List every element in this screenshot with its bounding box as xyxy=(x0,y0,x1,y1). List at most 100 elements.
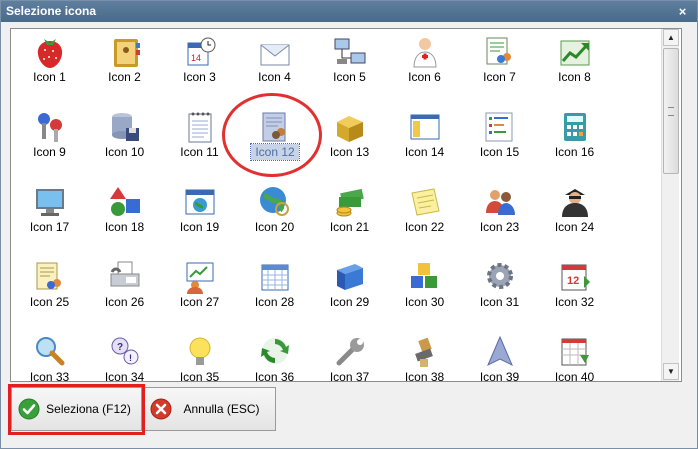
cancel-button[interactable]: Annulla (ESC) xyxy=(143,387,276,431)
svg-text:!: ! xyxy=(129,353,132,363)
icon-grid-item-label: Icon 17 xyxy=(29,220,70,234)
icon-grid-item[interactable]: Icon 33 xyxy=(12,329,87,382)
icon-grid-item[interactable]: Icon 11 xyxy=(162,104,237,179)
icon-grid-item-label: Icon 39 xyxy=(479,370,520,382)
scroll-thumb[interactable] xyxy=(663,48,679,174)
envelope-icon xyxy=(256,33,294,69)
icon-grid-item-label: Icon 1 xyxy=(33,70,66,84)
database-save-icon xyxy=(106,108,144,144)
icon-grid-item-label: Icon 38 xyxy=(404,370,445,382)
scroll-down-button[interactable]: ▼ xyxy=(663,363,679,380)
network-icon xyxy=(331,33,369,69)
magnifier-icon xyxy=(31,333,69,369)
stamp-icon xyxy=(406,333,444,369)
title-bar: Selezione icona × xyxy=(1,1,697,22)
icon-grid-item[interactable]: Icon 39 xyxy=(462,329,537,382)
icon-grid-item[interactable]: Icon 19 xyxy=(162,179,237,254)
cancel-button-label: Annulla (ESC) xyxy=(183,402,260,416)
icon-grid-item[interactable]: Icon 10 xyxy=(87,104,162,179)
calendar-grid-icon xyxy=(256,258,294,294)
window-layout-icon xyxy=(406,108,444,144)
icon-grid-item-label: Icon 10 xyxy=(104,145,145,159)
monitor-icon xyxy=(31,183,69,219)
recycle-icon xyxy=(256,333,294,369)
icon-grid-item[interactable]: Icon 21 xyxy=(312,179,387,254)
chart-icon xyxy=(556,33,594,69)
icon-grid-item-label: Icon 37 xyxy=(329,370,370,382)
icon-grid-item[interactable]: 12 Icon 32 xyxy=(537,254,612,329)
icon-grid-item-label: Icon 33 xyxy=(29,370,70,382)
icon-grid-item[interactable]: Icon 28 xyxy=(237,254,312,329)
calendar-plan-icon xyxy=(556,333,594,369)
address-book-icon xyxy=(106,33,144,69)
icon-grid-item[interactable]: Icon 26 xyxy=(87,254,162,329)
icon-grid-item[interactable]: Icon 38 xyxy=(387,329,462,382)
vertical-scrollbar[interactable]: ▲ ▼ xyxy=(661,29,679,381)
svg-text:12: 12 xyxy=(567,275,579,287)
icon-grid-item[interactable]: Icon 4 xyxy=(237,29,312,104)
icon-grid-item[interactable]: Icon 23 xyxy=(462,179,537,254)
icon-grid-item-label: Icon 4 xyxy=(258,70,291,84)
icon-grid-item[interactable]: Icon 14 xyxy=(387,104,462,179)
help-chat-icon: ?! xyxy=(106,333,144,369)
icon-grid-item[interactable]: Icon 30 xyxy=(387,254,462,329)
icon-grid-item-label: Icon 7 xyxy=(483,70,516,84)
fax-icon xyxy=(106,258,144,294)
icon-grid-item[interactable]: Icon 2 xyxy=(87,29,162,104)
icon-grid-item[interactable]: Icon 7 xyxy=(462,29,537,104)
icon-grid-item-label: Icon 2 xyxy=(108,70,141,84)
icon-grid-item-label: Icon 5 xyxy=(333,70,366,84)
calendar-edit-icon: 12 xyxy=(556,258,594,294)
icon-grid-item[interactable]: Icon 31 xyxy=(462,254,537,329)
icon-grid-item-label: Icon 35 xyxy=(179,370,220,382)
icon-grid-item[interactable]: Icon 1 xyxy=(12,29,87,104)
icon-grid-item[interactable]: Icon 27 xyxy=(162,254,237,329)
icon-grid-item[interactable]: ?! Icon 34 xyxy=(87,329,162,381)
icon-grid-item-label: Icon 29 xyxy=(329,295,370,309)
scroll-up-button[interactable]: ▲ xyxy=(663,29,679,46)
shapes-icon xyxy=(106,183,144,219)
icon-grid-item-label: Icon 22 xyxy=(404,220,445,234)
icon-grid-item[interactable]: Icon 16 xyxy=(537,104,612,179)
icon-grid-item[interactable]: Icon 9 xyxy=(12,104,87,179)
icon-grid-item-label: Icon 18 xyxy=(104,220,145,234)
icon-grid-item[interactable]: Icon 13 xyxy=(312,104,387,179)
close-icon[interactable]: × xyxy=(674,3,691,20)
icon-grid-item[interactable]: Icon 18 xyxy=(87,179,162,254)
lightbulb-icon xyxy=(181,333,219,369)
icon-grid-item[interactable]: Icon 17 xyxy=(12,179,87,254)
icon-grid-item[interactable]: Icon 15 xyxy=(462,104,537,179)
globe-search-icon xyxy=(256,183,294,219)
icon-grid-item-label: Icon 23 xyxy=(479,220,520,234)
document-users-icon xyxy=(256,108,294,144)
icon-grid-item-label: Icon 11 xyxy=(180,145,219,159)
icon-grid-item[interactable]: Icon 5 xyxy=(312,29,387,104)
icon-grid-item[interactable]: Icon 36 xyxy=(237,329,312,382)
icon-grid-item[interactable]: 14 Icon 3 xyxy=(162,29,237,104)
icon-grid-item-label: Icon 12 xyxy=(250,143,300,161)
icon-grid-item[interactable]: Icon 40 xyxy=(537,329,612,381)
icon-grid-item[interactable]: Icon 29 xyxy=(312,254,387,329)
icon-grid-item-label: Icon 36 xyxy=(254,370,295,382)
icon-grid-item[interactable]: Icon 12 xyxy=(237,104,312,179)
icon-grid-item-label: Icon 20 xyxy=(254,220,295,234)
icon-grid-item-label: Icon 26 xyxy=(104,295,145,309)
blocks-icon xyxy=(406,258,444,294)
book-icon xyxy=(331,258,369,294)
icon-grid-item-label: Icon 21 xyxy=(329,220,370,234)
icon-grid-item[interactable]: Icon 22 xyxy=(387,179,462,254)
select-button[interactable]: Seleziona (F12) xyxy=(11,387,142,431)
icon-grid-item[interactable]: Icon 6 xyxy=(387,29,462,104)
browser-globe-icon xyxy=(181,183,219,219)
icon-grid-item[interactable]: Icon 35 xyxy=(162,329,237,382)
user-report-icon xyxy=(481,33,519,69)
keys-icon xyxy=(31,108,69,144)
icon-grid-item[interactable]: Icon 37 xyxy=(312,329,387,382)
icon-grid-item[interactable]: Icon 8 xyxy=(537,29,612,104)
notepad-icon xyxy=(181,108,219,144)
presentation-icon xyxy=(181,258,219,294)
icon-grid-item[interactable]: Icon 24 xyxy=(537,179,612,254)
icon-grid-item-label: Icon 25 xyxy=(29,295,70,309)
icon-grid-item[interactable]: Icon 20 xyxy=(237,179,312,254)
icon-grid-item[interactable]: Icon 25 xyxy=(12,254,87,329)
